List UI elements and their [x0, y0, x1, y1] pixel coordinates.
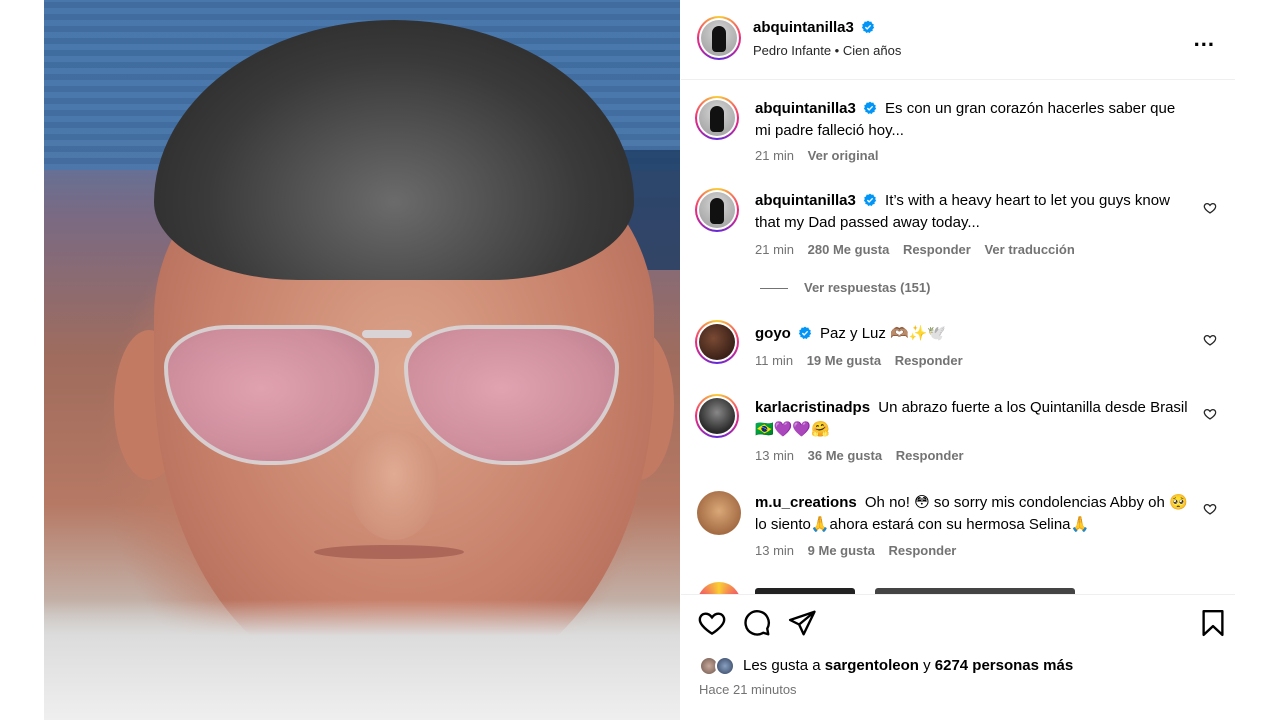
heart-icon[interactable]: [1203, 502, 1217, 516]
comment-text-block: karlacristinadps Un abrazo fuerte a los …: [755, 397, 1195, 441]
paper-plane-icon[interactable]: [787, 608, 817, 638]
author-avatar[interactable]: [697, 16, 741, 60]
comment-meta: 13 min 9 Me gusta Responder: [755, 543, 966, 558]
commenter-avatar[interactable]: [695, 394, 739, 438]
post-timestamp: Hace 21 minutos: [699, 682, 797, 697]
more-options-icon[interactable]: ...: [1194, 26, 1215, 52]
comment-username[interactable]: karlacristinadps: [755, 399, 870, 416]
comment-time: 13 min: [755, 543, 795, 558]
header-divider: [681, 79, 1235, 80]
commenter-avatar[interactable]: [695, 96, 739, 140]
photo-nose: [349, 430, 439, 540]
comment-username[interactable]: abquintanilla3: [755, 100, 856, 117]
comment-bubble-icon[interactable]: [742, 608, 772, 638]
comment-text: Paz y Luz 🫶🏽✨🕊️: [820, 325, 947, 342]
view-replies-label: Ver respuestas (151): [804, 280, 931, 295]
see-translation-link[interactable]: Ver traducción: [984, 242, 1074, 257]
action-bar: [681, 606, 1235, 640]
comment-time: 11 min: [755, 353, 794, 368]
comment-meta: 11 min 19 Me gusta Responder: [755, 353, 973, 368]
comment-likes-count[interactable]: 280 Me gusta: [808, 242, 890, 257]
comment-meta: 21 min 280 Me gusta Responder Ver traduc…: [755, 242, 1085, 257]
post-photo[interactable]: [44, 0, 680, 720]
commenter-avatar[interactable]: [695, 188, 739, 232]
likes-middle: y: [923, 657, 931, 674]
liker-avatar: [715, 656, 735, 676]
reply-button[interactable]: Responder: [895, 353, 963, 368]
heart-icon[interactable]: [1203, 333, 1217, 347]
view-replies-button[interactable]: Ver respuestas (151): [760, 280, 930, 295]
likes-label: Les gusta a sargentoleon y 6274 personas…: [743, 657, 1073, 674]
comment-username[interactable]: m.u_creations: [755, 494, 857, 511]
commenter-avatar[interactable]: [695, 320, 739, 364]
reply-button[interactable]: Responder: [903, 242, 971, 257]
verified-badge-icon: [863, 193, 876, 207]
reply-button[interactable]: Responder: [896, 448, 964, 463]
comment-likes-count[interactable]: 36 Me gusta: [808, 448, 882, 463]
reply-button[interactable]: Responder: [888, 543, 956, 558]
comment-time: 21 min: [755, 148, 795, 163]
verified-badge-icon: [798, 326, 811, 340]
bookmark-icon[interactable]: [1198, 608, 1228, 638]
likes-prefix: Les gusta a: [743, 657, 821, 674]
view-replies-line: [760, 288, 788, 290]
comment-likes-count[interactable]: 9 Me gusta: [808, 543, 875, 558]
liker-username[interactable]: sargentoleon: [825, 657, 919, 674]
actions-divider: [681, 594, 1235, 595]
author-username[interactable]: abquintanilla3: [753, 19, 854, 36]
comment-text-block: abquintanilla3 Es con un gran corazón ha…: [755, 98, 1195, 142]
post-panel: abquintanilla3 Pedro Infante • Cien años…: [681, 0, 1235, 720]
commenter-avatar-partial: [697, 582, 741, 594]
comment-time: 21 min: [755, 242, 795, 257]
heart-icon[interactable]: [1203, 407, 1217, 421]
author-name-row: abquintanilla3: [753, 19, 875, 37]
likes-others[interactable]: 6274 personas más: [935, 657, 1073, 674]
comment-likes-count[interactable]: 19 Me gusta: [807, 353, 881, 368]
photo-mouth: [314, 545, 464, 559]
comment-text-block: goyo Paz y Luz 🫶🏽✨🕊️: [755, 323, 1195, 345]
comment-text-block: m.u_creations Oh no! 😳 so sorry mis cond…: [755, 492, 1195, 536]
commenter-avatar[interactable]: [697, 491, 741, 535]
music-info[interactable]: Pedro Infante • Cien años: [753, 43, 901, 58]
comment-text-block: abquintanilla3 It’s with a heavy heart t…: [755, 190, 1195, 234]
comment-username[interactable]: goyo: [755, 325, 791, 342]
see-original-link[interactable]: Ver original: [808, 148, 879, 163]
verified-badge-icon: [863, 101, 876, 115]
heart-icon[interactable]: [697, 608, 727, 638]
comment-meta: 13 min 36 Me gusta Responder: [755, 448, 974, 463]
next-comment-partial: [695, 582, 1215, 594]
comment-username[interactable]: abquintanilla3: [755, 192, 856, 209]
photo-glasses-bridge: [362, 330, 412, 338]
verified-badge-icon: [862, 20, 875, 34]
heart-icon[interactable]: [1203, 201, 1217, 215]
photo-shirt: [44, 600, 680, 720]
comment-time: 13 min: [755, 448, 795, 463]
comment-meta: 21 min Ver original: [755, 148, 888, 163]
